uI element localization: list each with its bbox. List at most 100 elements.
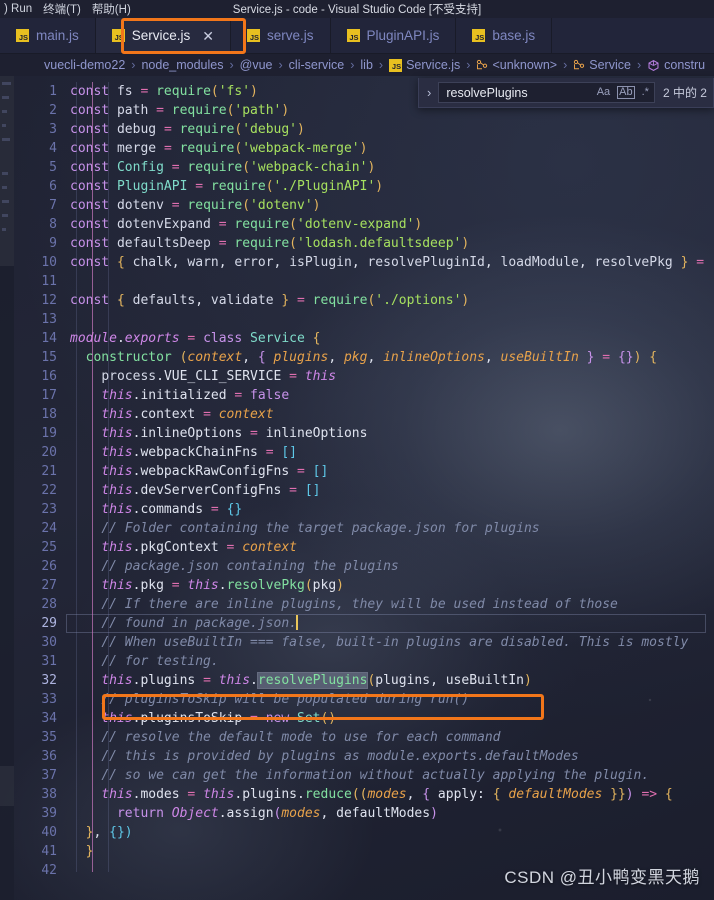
- code-line[interactable]: const defaultsDeep = require('lodash.def…: [66, 234, 714, 253]
- breadcrumb-item-vuecli-demo22[interactable]: vuecli-demo22: [44, 58, 125, 72]
- code-line[interactable]: // for testing.: [66, 652, 714, 671]
- line-number: 34: [41, 711, 57, 726]
- code-line[interactable]: return Object.assign(modes, defaultModes…: [66, 804, 714, 823]
- code-token: ,: [273, 255, 290, 270]
- code-line[interactable]: // Folder containing the target package.…: [66, 519, 714, 538]
- code-line[interactable]: [66, 310, 714, 329]
- line-number: 30: [41, 635, 57, 650]
- breadcrumb-separator-icon: ›: [378, 58, 384, 72]
- code-token: chalk: [132, 255, 172, 270]
- code-line[interactable]: this.initialized = false: [66, 386, 714, 405]
- breadcrumb-item-lib[interactable]: lib: [360, 58, 373, 72]
- code-line[interactable]: // this is provided by plugins as module…: [66, 747, 714, 766]
- code-line[interactable]: const debug = require('debug'): [66, 120, 714, 139]
- code-line[interactable]: const Config = require('webpack-chain'): [66, 158, 714, 177]
- code-line[interactable]: this.modes = this.plugins.reduce((modes,…: [66, 785, 714, 804]
- code-token: fs: [116, 84, 133, 99]
- code-line[interactable]: constructor (context, { plugins, pkg, in…: [66, 348, 714, 367]
- tab-service-js[interactable]: JS Service.js ✕: [95, 18, 232, 53]
- code-line[interactable]: this.devServerConfigFns = []: [66, 481, 714, 500]
- breadcrumb-item-constructor[interactable]: constru: [664, 58, 705, 72]
- code-token: loadModule: [500, 255, 579, 270]
- menu-bar[interactable]: ) Run 终端(T) 帮助(H): [2, 1, 131, 17]
- code-editor[interactable]: 1 2 3 4 5 6 7 8 9 10 11 12 13 14 15 16 17 18 19 20 21 22 23 24 2…: [0, 76, 714, 900]
- code-line[interactable]: const { chalk, warn, error, isPlugin, re…: [66, 253, 714, 272]
- code-line[interactable]: module.exports = class Service {: [66, 329, 714, 348]
- code-line[interactable]: process.VUE_CLI_SERVICE = this: [66, 367, 714, 386]
- code-token: ,: [351, 255, 368, 270]
- code-token: .context: [132, 407, 196, 422]
- tab-base-js[interactable]: JS base.js: [456, 18, 553, 53]
- code-line[interactable]: this.pkg = this.resolvePkg(pkg): [66, 576, 714, 595]
- code-content-area[interactable]: const fs = require('fs') const path = req…: [66, 76, 714, 900]
- breadcrumb-item-unknown[interactable]: <unknown>: [492, 58, 557, 72]
- code-line[interactable]: this.pkgContext = context: [66, 538, 714, 557]
- find-input-value: resolvePlugins: [446, 85, 528, 100]
- menu-item-run[interactable]: ) Run: [4, 3, 32, 15]
- code-line[interactable]: // resolve the default mode to use for e…: [66, 728, 714, 747]
- breadcrumb-item-service[interactable]: Service: [589, 58, 631, 72]
- use-regex-icon[interactable]: .*: [642, 87, 649, 98]
- chevron-right-icon[interactable]: ›: [419, 85, 438, 100]
- editor-minimap-strip[interactable]: [0, 76, 14, 900]
- tab-main-js[interactable]: JS main.js: [0, 18, 96, 53]
- code-line[interactable]: const dotenv = require('dotenv'): [66, 196, 714, 215]
- code-token: PluginAPI: [116, 179, 188, 194]
- menu-item-help[interactable]: 帮助(H): [92, 1, 131, 17]
- breadcrumb-item-cli-service[interactable]: cli-service: [289, 58, 345, 72]
- code-line[interactable]: const { defaults, validate } = require('…: [66, 291, 714, 310]
- find-input[interactable]: resolvePlugins Aa Ab .*: [438, 82, 655, 103]
- minimap-slider[interactable]: [0, 76, 14, 266]
- code-line[interactable]: // found in package.json.: [66, 614, 714, 633]
- code-line[interactable]: const dotenvExpand = require('dotenv-exp…: [66, 215, 714, 234]
- code-line[interactable]: }: [66, 842, 714, 861]
- code-line[interactable]: [66, 272, 714, 291]
- code-token: {: [116, 293, 125, 308]
- code-line[interactable]: this.webpackChainFns = []: [66, 443, 714, 462]
- code-token: this: [101, 578, 133, 593]
- line-number: 2: [49, 103, 57, 118]
- breadcrumb-item-vue[interactable]: @vue: [240, 58, 273, 72]
- code-token: ): [461, 236, 470, 251]
- menu-item-terminal[interactable]: 终端(T): [43, 1, 81, 17]
- code-token: (: [304, 578, 313, 593]
- code-line[interactable]: // If there are inline plugins, they wil…: [66, 595, 714, 614]
- code-line[interactable]: this.pluginsToSkip = new Set(): [66, 709, 714, 728]
- tab-pluginapi-js[interactable]: JS PluginAPI.js: [330, 18, 457, 53]
- close-icon[interactable]: ✕: [202, 29, 214, 43]
- breadcrumb-item-node-modules[interactable]: node_modules: [141, 58, 223, 72]
- match-whole-word-icon[interactable]: Ab: [617, 86, 635, 99]
- code-line[interactable]: // When useBuiltIn === false, built-in p…: [66, 633, 714, 652]
- code-line[interactable]: const merge = require('webpack-merge'): [66, 139, 714, 158]
- code-line[interactable]: // package.json containing the plugins: [66, 557, 714, 576]
- line-number: 10: [41, 255, 57, 270]
- code-line[interactable]: this.plugins = this.resolvePlugins(plugi…: [66, 671, 714, 690]
- code-token: 'fs': [218, 84, 251, 99]
- code-line[interactable]: this.inlineOptions = inlineOptions: [66, 424, 714, 443]
- code-line[interactable]: this.commands = {}: [66, 500, 714, 519]
- code-line[interactable]: // so we can get the information without…: [66, 766, 714, 785]
- code-token: ): [414, 217, 423, 232]
- tab-serve-js[interactable]: JS serve.js: [231, 18, 331, 53]
- scrollbar-thumb[interactable]: [0, 766, 14, 806]
- code-line[interactable]: this.webpackRawConfigFns = []: [66, 462, 714, 481]
- code-line[interactable]: this.context = context: [66, 405, 714, 424]
- code-line[interactable]: }, {}): [66, 823, 714, 842]
- code-token: this: [101, 426, 133, 441]
- js-file-icon: JS: [389, 58, 403, 72]
- find-widget[interactable]: › resolvePlugins Aa Ab .* 2 中的 2: [418, 78, 714, 108]
- breadcrumb-item-service-js[interactable]: Service.js: [406, 58, 460, 72]
- code-line[interactable]: const PluginAPI = require('./PluginAPI'): [66, 177, 714, 196]
- code-token: this: [187, 578, 219, 593]
- code-line[interactable]: // pluginsToSkip will be populated durin…: [66, 690, 714, 709]
- match-case-icon[interactable]: Aa: [597, 87, 610, 98]
